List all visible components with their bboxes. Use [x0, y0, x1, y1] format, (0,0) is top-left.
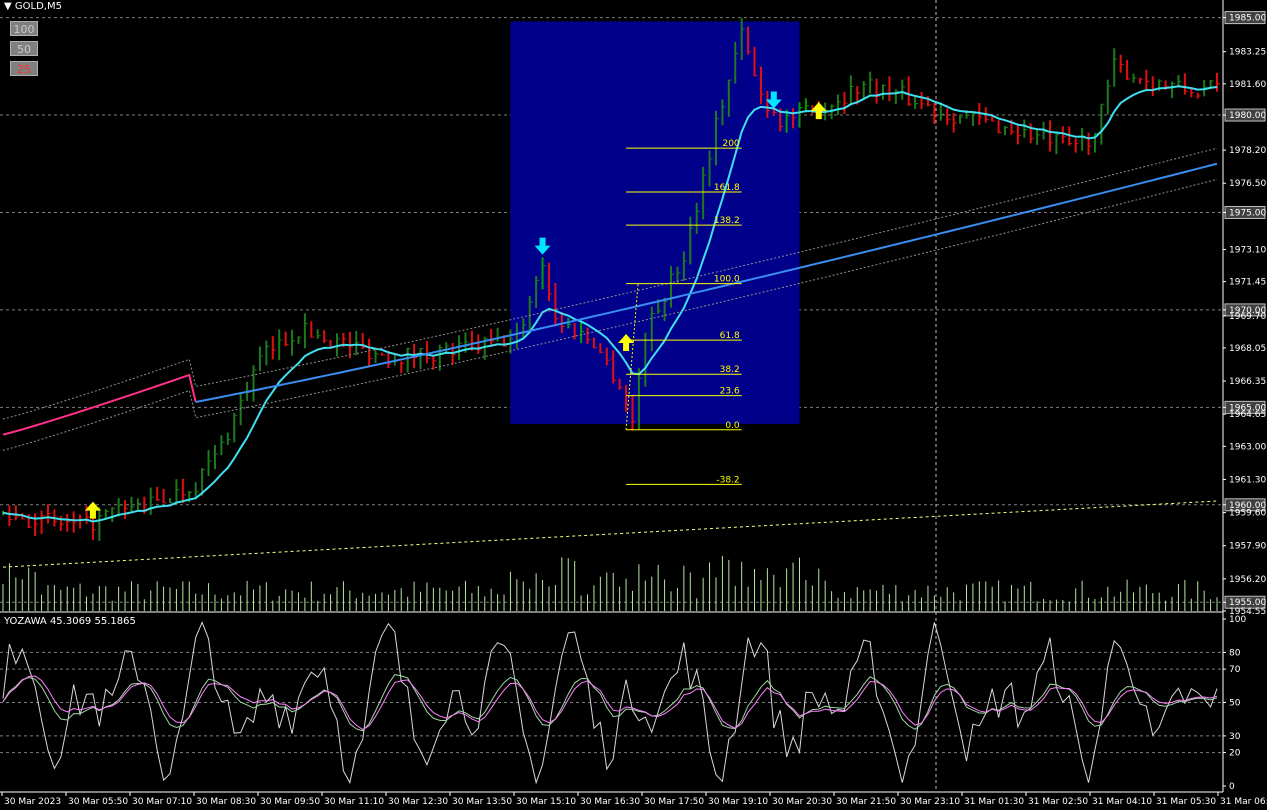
time-axis-label: 30 Mar 23:10 [900, 797, 960, 807]
time-axis-label: 30 Mar 17:50 [644, 797, 704, 807]
indicator-axis-label: 80 [1229, 648, 1241, 658]
fibonacci-level-label: 161.8 [714, 183, 740, 193]
time-axis-label: 30 Mar 12:30 [388, 797, 448, 807]
price-axis-label: 1980.00 [1229, 111, 1266, 121]
time-axis-label: 30 Mar 20:30 [772, 797, 832, 807]
fibonacci-level-label: 138.2 [714, 216, 740, 226]
slow-moving-average-line-early [2, 373, 197, 436]
price-axis-label: 1963.00 [1229, 442, 1266, 452]
timeframe-button-50[interactable]: 50 [10, 41, 38, 56]
price-axis-label: 1961.30 [1229, 475, 1266, 485]
time-axis-label: 31 Mar 02:50 [1028, 797, 1088, 807]
time-axis-label: 30 Mar 16:30 [580, 797, 640, 807]
price-axis-label: 1971.45 [1229, 278, 1266, 288]
price-axis-label: 1968.05 [1229, 344, 1266, 354]
fibonacci-level-label: 100.0 [714, 275, 740, 285]
trading-chart-window[interactable]: 200 161.8 138.2 100.0 61.8 38.2 23.6 0.0 -38.2 19… [0, 0, 1267, 810]
time-axis-label: 30 Mar 19:10 [708, 797, 768, 807]
time-axis-label: 30 Mar 2023 [4, 797, 61, 807]
indicator-axis-label: 30 [1229, 732, 1241, 742]
fibonacci-level-label: 61.8 [720, 331, 740, 341]
indicator-axis-label: 20 [1229, 749, 1241, 759]
price-axis-label: 1966.35 [1229, 377, 1266, 387]
price-chart[interactable]: 200161.8138.2100.061.838.223.60.0-38.219… [0, 0, 1267, 810]
price-axis-label: 1975.00 [1229, 208, 1266, 218]
time-axis-label: 30 Mar 05:50 [68, 797, 128, 807]
time-axis-label: 30 Mar 07:10 [132, 797, 192, 807]
indicator-axis-label: 0 [1229, 782, 1235, 792]
symbol-title: ▼ GOLD,M5 [4, 1, 62, 12]
price-axis-label: 1956.20 [1229, 575, 1266, 585]
fibonacci-level-label: 0.0 [725, 421, 740, 431]
indicator-axis-label: 50 [1229, 699, 1241, 709]
fibonacci-level-label: 200 [722, 139, 739, 149]
price-axis-label: 1964.65 [1229, 410, 1266, 420]
fibonacci-level-label: -38.2 [716, 475, 739, 485]
time-axis-label: 30 Mar 21:50 [836, 797, 896, 807]
fibonacci-level-label: 38.2 [720, 365, 740, 375]
time-axis-label: 30 Mar 09:50 [260, 797, 320, 807]
indicator-axis-label: 100 [1229, 615, 1246, 625]
highlight-rectangle [510, 21, 800, 424]
time-axis-label: 31 Mar 01:30 [964, 797, 1024, 807]
price-axis-label: 1983.25 [1229, 48, 1266, 58]
time-axis-label: 30 Mar 08:30 [196, 797, 256, 807]
volume-average-line [2, 500, 1218, 568]
fibonacci-level-label: 23.6 [720, 387, 740, 397]
price-axis-label: 1957.90 [1229, 542, 1266, 552]
time-axis-label: 30 Mar 15:10 [516, 797, 576, 807]
price-axis-label: 1985.00 [1229, 14, 1266, 24]
collapse-triangle-icon[interactable]: ▼ [4, 1, 12, 12]
timeframe-button-25[interactable]: 25 [10, 61, 38, 76]
price-axis-label: 1981.60 [1229, 80, 1266, 90]
time-axis-label: 30 Mar 11:10 [324, 797, 384, 807]
price-axis-label: 1976.50 [1229, 179, 1266, 189]
indicator-axis-label: 70 [1229, 665, 1241, 675]
timeframe-button-100[interactable]: 100 [10, 21, 38, 36]
price-axis-label: 1978.20 [1229, 146, 1266, 156]
price-axis-label: 1959.60 [1229, 509, 1266, 519]
price-axis-label: 1973.10 [1229, 245, 1266, 255]
time-axis-label: 30 Mar 13:50 [452, 797, 512, 807]
indicator-title: YOZAWA 45.3069 55.1865 [4, 616, 136, 627]
time-axis-label: 31 Mar 06:50 [1220, 797, 1267, 807]
symbol-label: GOLD,M5 [14, 1, 62, 12]
price-axis-label: 1969.70 [1229, 312, 1266, 322]
time-axis-label: 31 Mar 04:10 [1092, 797, 1152, 807]
time-axis-label: 31 Mar 05:30 [1156, 797, 1216, 807]
